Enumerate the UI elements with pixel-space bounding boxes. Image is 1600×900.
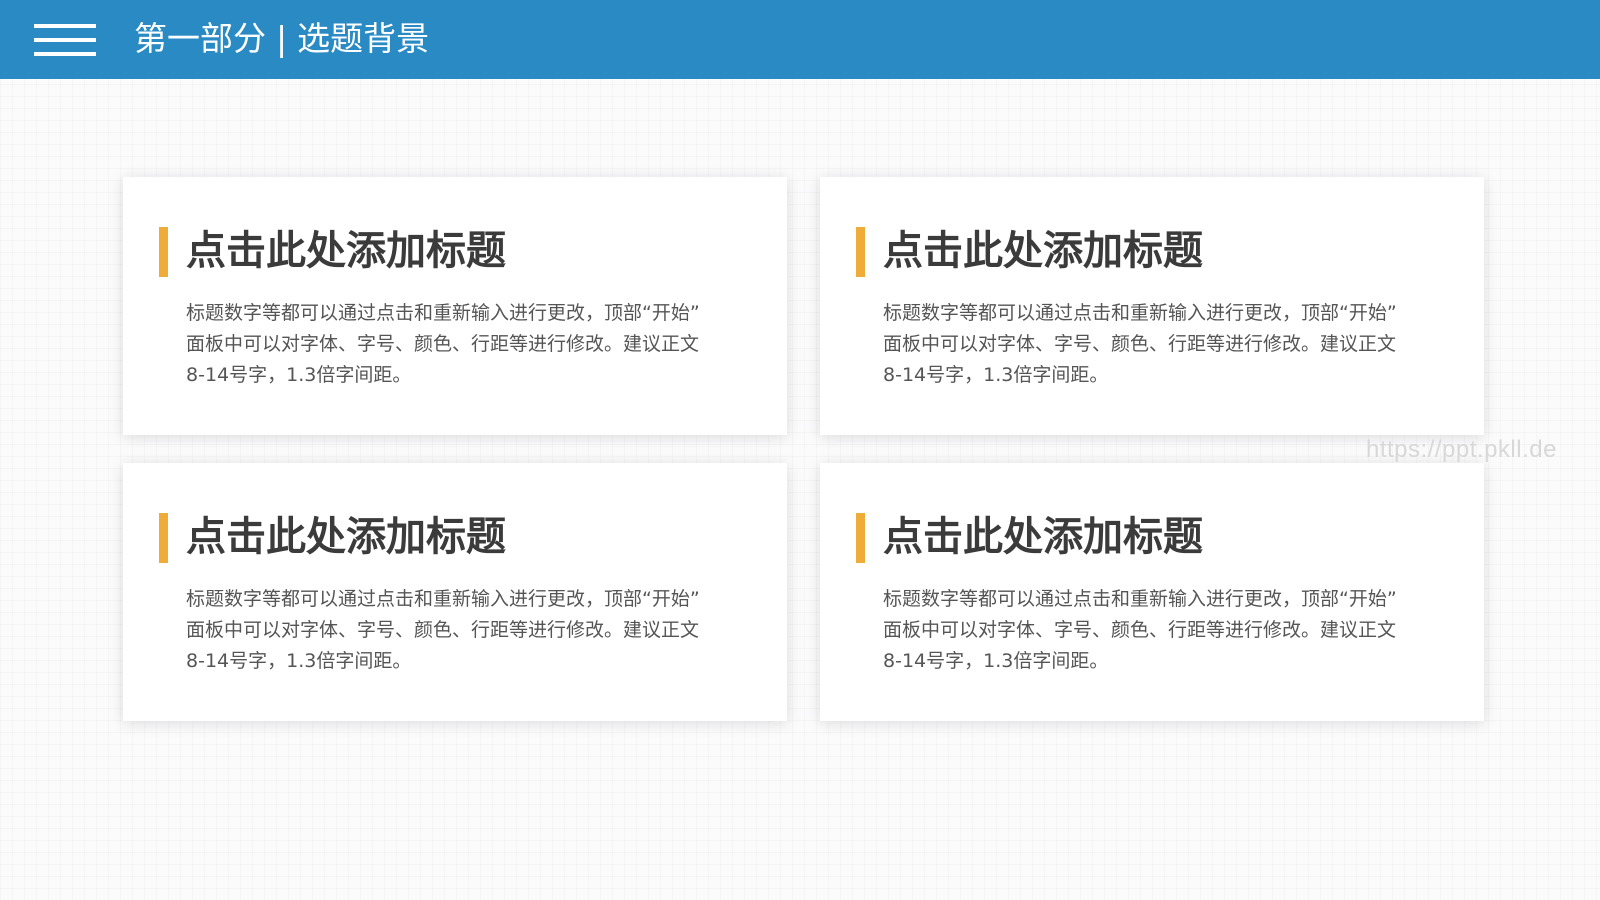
card-body-line: 8-14号字，1.3倍字间距。 [883,364,1109,386]
menu-line [34,38,96,42]
menu-line [34,24,96,28]
card-body-line: 8-14号字，1.3倍字间距。 [186,364,412,386]
title-accent-bar [856,513,865,563]
content-card[interactable]: 点击此处添加标题 标题数字等都可以通过点击和重新输入进行更改，顶部“开始” 面板… [820,463,1484,721]
title-accent-bar [159,513,168,563]
watermark-text: https://ppt.pkll.de [1366,436,1557,463]
card-body[interactable]: 标题数字等都可以通过点击和重新输入进行更改，顶部“开始” 面板中可以对字体、字号… [883,584,1443,677]
card-body-line: 面板中可以对字体、字号、颜色、行距等进行修改。建议正文 [186,619,700,641]
card-body-line: 8-14号字，1.3倍字间距。 [186,650,412,672]
card-body[interactable]: 标题数字等都可以通过点击和重新输入进行更改，顶部“开始” 面板中可以对字体、字号… [186,298,746,391]
card-body-line: 标题数字等都可以通过点击和重新输入进行更改，顶部“开始” [883,588,1397,610]
title-separator: | [276,19,288,58]
card-body-line: 标题数字等都可以通过点击和重新输入进行更改，顶部“开始” [186,588,700,610]
title-accent-bar [856,227,865,277]
card-body-line: 8-14号字，1.3倍字间距。 [883,650,1109,672]
hamburger-menu-icon[interactable] [34,24,96,58]
header-bar: 第一部分 | 选题背景 [0,0,1600,79]
menu-line [34,52,96,56]
topic-label: 选题背景 [297,19,430,58]
card-body-line: 面板中可以对字体、字号、颜色、行距等进行修改。建议正文 [186,333,700,355]
content-card[interactable]: 点击此处添加标题 标题数字等都可以通过点击和重新输入进行更改，顶部“开始” 面板… [123,177,787,435]
content-card[interactable]: 点击此处添加标题 标题数字等都可以通过点击和重新输入进行更改，顶部“开始” 面板… [123,463,787,721]
card-title[interactable]: 点击此处添加标题 [186,223,506,279]
card-title[interactable]: 点击此处添加标题 [883,509,1203,565]
card-title[interactable]: 点击此处添加标题 [883,223,1203,279]
page-title: 第一部分 | 选题背景 [134,17,429,61]
card-body-line: 标题数字等都可以通过点击和重新输入进行更改，顶部“开始” [883,302,1397,324]
card-body[interactable]: 标题数字等都可以通过点击和重新输入进行更改，顶部“开始” 面板中可以对字体、字号… [883,298,1443,391]
card-body[interactable]: 标题数字等都可以通过点击和重新输入进行更改，顶部“开始” 面板中可以对字体、字号… [186,584,746,677]
card-title[interactable]: 点击此处添加标题 [186,509,506,565]
card-body-line: 标题数字等都可以通过点击和重新输入进行更改，顶部“开始” [186,302,700,324]
card-body-line: 面板中可以对字体、字号、颜色、行距等进行修改。建议正文 [883,619,1397,641]
content-card[interactable]: 点击此处添加标题 标题数字等都可以通过点击和重新输入进行更改，顶部“开始” 面板… [820,177,1484,435]
section-label: 第一部分 [134,19,266,58]
title-accent-bar [159,227,168,277]
card-body-line: 面板中可以对字体、字号、颜色、行距等进行修改。建议正文 [883,333,1397,355]
